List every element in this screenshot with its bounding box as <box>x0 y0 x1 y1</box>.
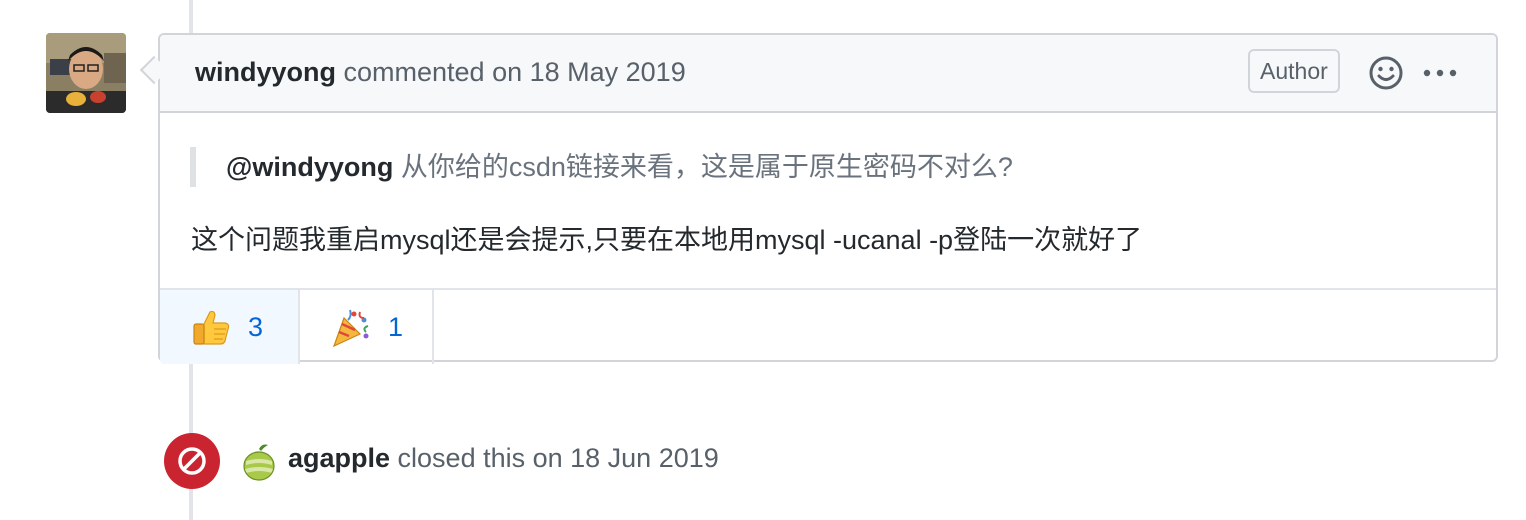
reaction-thumbs-up-button[interactable]: 3 <box>160 290 300 364</box>
event-timestamp[interactable]: closed this on 18 Jun 2019 <box>390 443 719 473</box>
quote-text: 从你给的csdn链接来看，这是属于原生密码不对么? <box>393 152 1013 182</box>
event-actor-link[interactable]: agapple <box>288 443 390 473</box>
comment-text: 这个问题我重启mysql还是会提示,只要在本地用mysql -ucanal -p… <box>191 225 1143 255</box>
smiley-icon[interactable] <box>1368 55 1404 91</box>
thumbs-up-icon <box>193 310 230 345</box>
event-description: agapple closed this on 18 Jun 2019 <box>288 443 719 474</box>
comment-box: windyyong commented on 18 May 2019 Autho… <box>158 33 1498 364</box>
user-mention[interactable]: @windyyong <box>226 152 393 182</box>
comment-body: @windyyong 从你给的csdn链接来看，这是属于原生密码不对么? 这个问… <box>160 113 1496 290</box>
reactions-bar: 3 1 <box>160 290 1496 364</box>
reaction-count: 3 <box>248 311 264 342</box>
comment-header: windyyong commented on 18 May 2019 Autho… <box>160 35 1496 113</box>
issue-timeline: windyyong commented on 18 May 2019 Autho… <box>0 0 1526 520</box>
party-popper-icon <box>332 309 369 348</box>
circle-slash-icon <box>164 433 220 489</box>
reaction-tada-button[interactable]: 1 <box>300 290 434 364</box>
author-link[interactable]: windyyong <box>195 57 336 87</box>
avatar[interactable] <box>46 33 126 113</box>
kebab-horizontal-icon[interactable] <box>1422 61 1458 85</box>
author-badge: Author <box>1248 49 1340 93</box>
comment-timestamp[interactable]: commented on 18 May 2019 <box>336 57 686 87</box>
reaction-count: 1 <box>388 311 404 342</box>
comment-meta: windyyong commented on 18 May 2019 <box>195 57 686 88</box>
event-actor-avatar[interactable] <box>242 443 276 481</box>
blockquote: @windyyong 从你给的csdn链接来看，这是属于原生密码不对么? <box>190 147 1013 187</box>
